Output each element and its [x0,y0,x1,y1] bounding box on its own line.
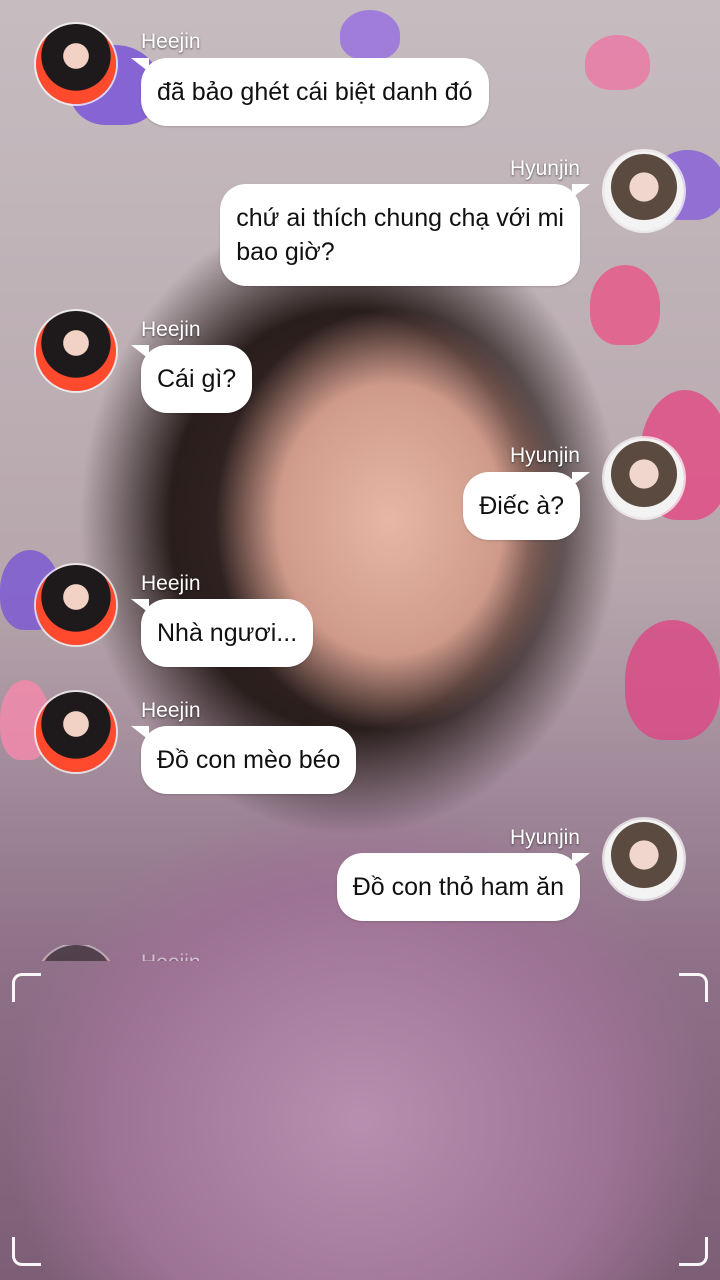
frame-corner-top-left [12,973,41,1002]
heejin-avatar[interactable] [36,24,116,104]
heejin-avatar[interactable] [36,311,116,391]
frame-corner-top-right [679,973,708,1002]
heejin-avatar[interactable] [36,565,116,645]
sender-name: Heejin [141,951,201,961]
frame-corner-bottom-left [12,1237,41,1266]
hyunjin-avatar[interactable] [604,438,684,518]
message-bubble[interactable]: Cái gì? [130,345,253,413]
heart-decoration [340,10,400,60]
sender-name: Heejin [141,699,201,722]
sender-name: Heejin [141,572,201,595]
message-bubble[interactable]: đã bảo ghét cái biệt danh đó [131,58,489,126]
message-row-heejin-partial: Heejin [0,945,720,961]
hyunjin-avatar[interactable] [604,819,684,899]
message-bubble[interactable]: Đồ con mèo béo [130,726,357,794]
message-text: Nhà ngươi... [157,619,298,647]
message-bubble[interactable]: chứ ai thích chung chạ với mi bao giờ? [220,184,590,286]
message-text-line: bao giờ? [236,238,335,266]
message-text: Điếc à? [479,492,564,520]
hyunjin-avatar[interactable] [604,151,684,231]
message-text: đã bảo ghét cái biệt danh đó [157,78,473,106]
heart-decoration [590,265,660,345]
sender-name: Hyunjin [509,444,580,467]
heejin-avatar[interactable] [36,692,116,772]
message-text: Cái gì? [157,365,237,393]
heejin-avatar[interactable] [36,945,116,961]
message-text: Đồ con thỏ ham ăn [352,873,564,901]
sender-name: Hyunjin [509,157,580,180]
message-text-line: chứ ai thích chung chạ với mi [236,204,564,232]
frame-corner-bottom-right [679,1237,708,1266]
message-bubble[interactable]: Điếc à? [463,472,590,540]
sender-name: Hyunjin [509,826,580,849]
message-text: Đồ con mèo béo [157,746,341,774]
heart-decoration [585,35,650,90]
heart-decoration [625,620,720,740]
message-bubble[interactable]: Đồ con thỏ ham ăn [336,853,591,921]
sender-name: Heejin [141,30,201,53]
sender-name: Heejin [141,318,201,341]
message-bubble[interactable]: Nhà ngươi... [130,599,314,667]
